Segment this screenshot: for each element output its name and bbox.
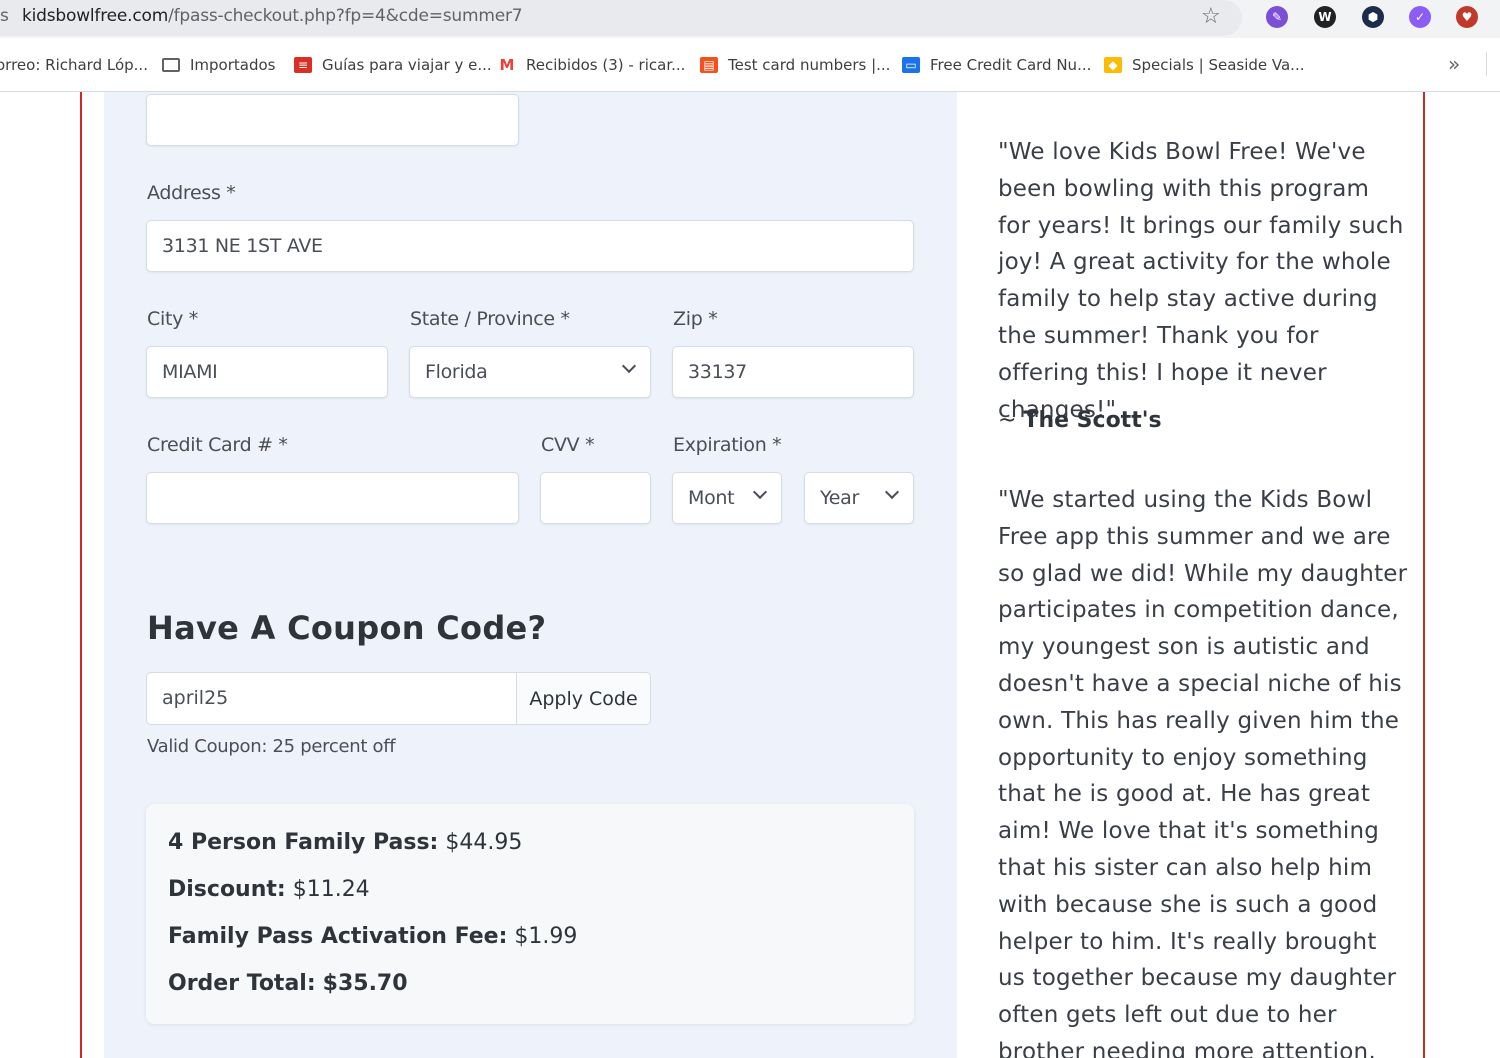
bookmark-label: orreo: Richard Lóp... (0, 56, 148, 74)
author-name: The Scott's (1023, 408, 1162, 433)
summary-pass-line: 4 Person Family Pass: $44.95 (168, 830, 522, 855)
credit-card-input[interactable] (146, 472, 519, 524)
page-border-right (1423, 92, 1425, 1058)
gmail-icon: M (499, 56, 515, 74)
more-bookmarks-icon[interactable]: » (1448, 52, 1460, 76)
pen-extension-icon[interactable]: ✎ (1266, 6, 1288, 28)
testimonial-author: ~ The Scott's (998, 408, 1162, 433)
puzzle-extension-icon[interactable]: ♥ (1456, 6, 1478, 28)
summary-fee-value: $1.99 (514, 924, 578, 949)
folder-icon (162, 58, 180, 72)
credit-icon: ▭ (902, 57, 920, 73)
zip-value: 33137 (688, 361, 747, 383)
summary-discount-label: Discount: (168, 877, 286, 902)
expiration-month-select[interactable]: Mont (672, 472, 782, 524)
chevron-down-icon (752, 484, 768, 500)
page-border-left (80, 92, 82, 1058)
bookmark-item[interactable]: ≡ Guías para viajar y e... (294, 55, 492, 75)
chevron-down-icon (621, 358, 637, 374)
hex-extension-icon[interactable]: ⬢ (1362, 6, 1384, 28)
bookmark-label: Test card numbers |... (728, 56, 891, 74)
zip-label: Zip * (673, 308, 718, 330)
address-value: 3131 NE 1ST AVE (162, 235, 323, 257)
address-bar[interactable]: s kidsbowlfree.com/fpass-checkout.php?fp… (0, 0, 1242, 36)
state-label: State / Province * (410, 308, 570, 330)
testimonial-text: "We love Kids Bowl Free! We've been bowl… (998, 139, 1404, 423)
purple-extension-icon[interactable]: ✓ (1409, 6, 1431, 28)
bookmark-label: Free Credit Card Nu... (930, 56, 1092, 74)
expiration-month-value: Mont (688, 487, 735, 509)
address-label: Address * (147, 182, 236, 204)
apply-code-button[interactable]: Apply Code (516, 673, 650, 724)
cvv-input[interactable] (540, 472, 651, 524)
bookmark-star-icon[interactable]: ☆ (1201, 4, 1221, 29)
card-icon: ▤ (700, 57, 718, 73)
summary-total-line: Order Total: $35.70 (168, 971, 408, 996)
url-text[interactable]: kidsbowlfree.com/fpass-checkout.php?fp=4… (22, 6, 523, 26)
coupon-input-group: april25 Apply Code (146, 672, 651, 725)
coupon-input[interactable]: april25 (162, 687, 228, 709)
page-content: Address * 3131 NE 1ST AVE City * MIAMI S… (0, 92, 1500, 1058)
url-path: /fpass-checkout.php?fp=4&cde=summer7 (168, 6, 523, 26)
expiration-year-value: Year (820, 487, 860, 509)
wordpress-extension-icon[interactable]: W (1314, 6, 1336, 28)
divider (1486, 52, 1487, 76)
summary-fee-label: Family Pass Activation Fee: (168, 924, 508, 949)
chevron-down-icon (884, 484, 900, 500)
state-select[interactable]: Florida (409, 346, 651, 398)
city-value: MIAMI (162, 361, 218, 383)
city-label: City * (147, 308, 198, 330)
bookmark-item[interactable]: orreo: Richard Lóp... (0, 55, 148, 75)
expiration-year-select[interactable]: Year (804, 472, 914, 524)
expiration-label: Expiration * (673, 434, 782, 456)
guide-icon: ≡ (294, 57, 312, 73)
coupon-status: Valid Coupon: 25 percent off (147, 736, 396, 757)
summary-total-value: $35.70 (322, 971, 408, 996)
city-input[interactable]: MIAMI (146, 346, 388, 398)
bookmarks-bar: orreo: Richard Lóp... Importados ≡ Guías pa… (0, 38, 1500, 92)
bookmark-item[interactable]: ▤ Test card numbers |... (700, 55, 890, 75)
credit-card-label: Credit Card # * (147, 434, 288, 456)
summary-discount-line: Discount: $11.24 (168, 877, 370, 902)
summary-pass-value: $44.95 (445, 830, 523, 855)
zip-input[interactable]: 33137 (672, 346, 914, 398)
specials-icon: ◆ (1104, 57, 1122, 73)
site-info-icon[interactable]: s (0, 6, 9, 26)
bookmark-item[interactable]: Importados (162, 55, 276, 75)
url-host: kidsbowlfree.com (22, 6, 169, 26)
coupon-heading: Have A Coupon Code? (147, 609, 547, 647)
testimonial-text: "We started using the Kids Bowl Free app… (998, 487, 1408, 1058)
browser-toolbar: s kidsbowlfree.com/fpass-checkout.php?fp… (0, 0, 1500, 38)
bookmark-item[interactable]: M Recibidos (3) - ricar... (498, 55, 686, 75)
author-prefix: ~ (998, 408, 1017, 433)
bookmark-item[interactable]: ◆ Specials | Seaside Va... (1104, 55, 1305, 75)
address-input[interactable]: 3131 NE 1ST AVE (146, 220, 914, 272)
summary-fee-line: Family Pass Activation Fee: $1.99 (168, 924, 577, 949)
bookmark-label: Specials | Seaside Va... (1132, 56, 1305, 74)
order-summary: 4 Person Family Pass: $44.95 Discount: $… (146, 804, 914, 1024)
state-value: Florida (425, 361, 488, 383)
cvv-label: CVV * (541, 434, 595, 456)
bookmark-label: Importados (190, 56, 276, 74)
summary-discount-value: $11.24 (292, 877, 370, 902)
summary-total-label: Order Total: (168, 971, 316, 996)
bookmark-label: Guías para viajar y e... (322, 56, 492, 74)
summary-pass-label: 4 Person Family Pass: (168, 830, 439, 855)
bookmark-item[interactable]: ▭ Free Credit Card Nu... (902, 55, 1091, 75)
bookmark-label: Recibidos (3) - ricar... (526, 56, 686, 74)
previous-field-input[interactable] (146, 94, 519, 146)
